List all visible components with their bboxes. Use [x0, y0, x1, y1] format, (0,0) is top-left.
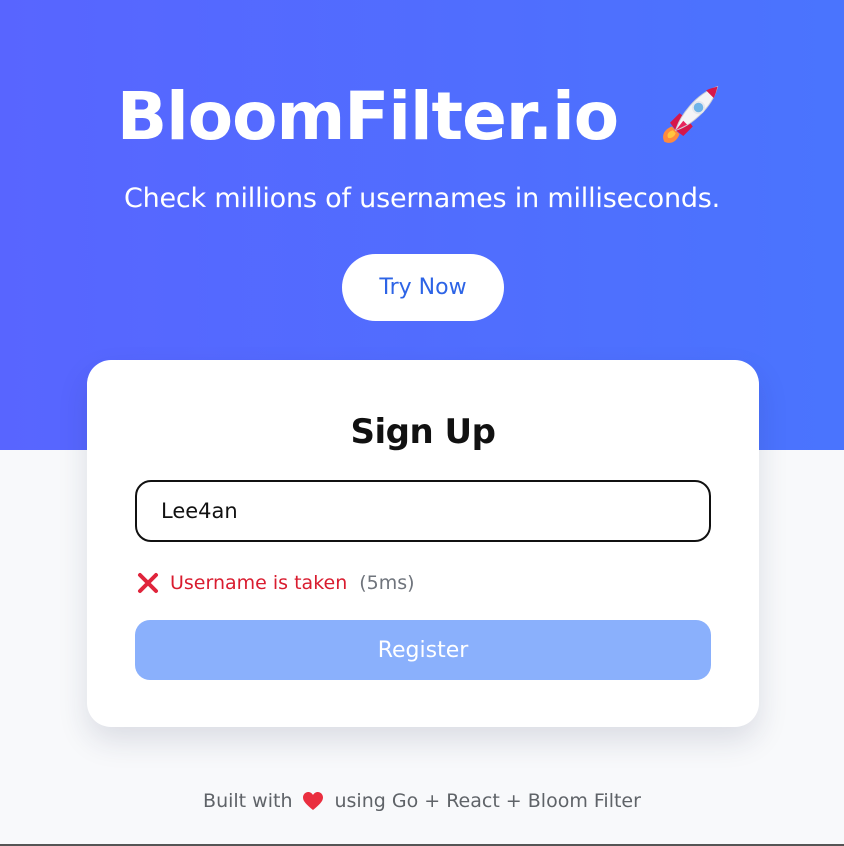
status-time: (5ms) — [359, 572, 415, 594]
try-now-button[interactable]: Try Now — [342, 254, 504, 321]
tagline: Check millions of usernames in milliseco… — [123, 183, 721, 214]
brand-title: BloomFilter.io — [116, 78, 619, 155]
footer-suffix: using Go + React + Bloom Filter — [334, 790, 641, 812]
username-status: Username is taken (5ms) — [136, 569, 415, 597]
brand: BloomFilter.io — [0, 78, 844, 155]
status-message: Username is taken — [170, 572, 348, 594]
footer-prefix: Built with — [203, 790, 293, 812]
username-input[interactable] — [135, 480, 711, 542]
signup-title: Sign Up — [350, 412, 496, 452]
register-button[interactable]: Register — [135, 620, 711, 680]
footer: Built with using Go + React + Bloom Filt… — [0, 790, 844, 812]
x-icon — [138, 573, 158, 593]
rocket-icon — [663, 85, 719, 143]
signup-card: Sign Up Username is taken (5ms) Register — [87, 360, 759, 727]
heart-icon — [303, 792, 324, 810]
